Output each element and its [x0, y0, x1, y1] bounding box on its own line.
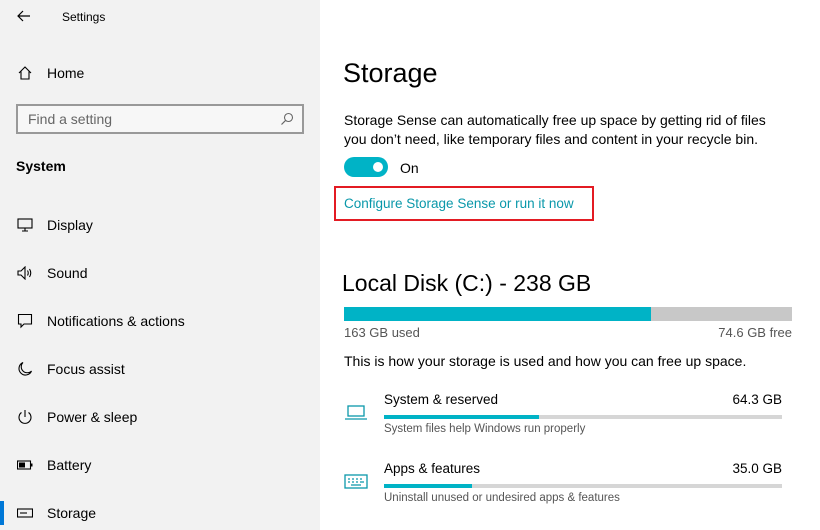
category-name: System & reserved [384, 392, 499, 407]
page-title: Storage [343, 58, 438, 88]
sidebar-item-label: Notifications & actions [47, 313, 185, 329]
category-name: Apps & features [384, 461, 481, 476]
category-system-reserved[interactable]: System & reserved 64.3 GB System files h… [320, 392, 820, 452]
disk-usage-fill [344, 307, 651, 321]
sidebar-item-battery[interactable]: Battery [0, 445, 320, 485]
sidebar-item-label: Display [47, 217, 93, 233]
disk-usage-bar [344, 307, 792, 321]
category-apps-features[interactable]: Apps & features 35.0 GB Uninstall unused… [320, 461, 820, 521]
search-input[interactable] [28, 111, 268, 127]
notification-icon [16, 312, 34, 330]
nav-home[interactable]: Home [0, 58, 320, 88]
category-description: Uninstall unused or undesired apps & fea… [384, 492, 620, 504]
category-bar [384, 415, 782, 419]
sidebar-item-label: Sound [47, 265, 88, 281]
app-title: Settings [62, 10, 106, 24]
disk-used-label: 163 GB used [344, 325, 420, 340]
storage-sense-description: Storage Sense can automatically free up … [344, 112, 766, 147]
search-box[interactable] [16, 104, 304, 134]
category-bar [384, 484, 782, 488]
sidebar-item-label: Power & sleep [47, 409, 138, 425]
main-content: Storage Storage Sense can automatically … [320, 0, 820, 530]
power-icon [16, 408, 34, 426]
category-bar-fill [384, 484, 472, 488]
sidebar-item-label: Battery [47, 457, 92, 473]
disk-title: Local Disk (C:) - 238 GB [342, 270, 592, 296]
moon-icon [16, 360, 34, 378]
toggle-state-label: On [400, 160, 419, 176]
disk-free-label: 74.6 GB free [718, 325, 792, 340]
section-label-system: System [16, 158, 66, 174]
search-icon [281, 112, 294, 125]
monitor-icon [16, 216, 34, 234]
back-arrow-icon [17, 10, 30, 22]
configure-storage-sense-link[interactable]: Configure Storage Sense or run it now [334, 186, 594, 221]
sidebar-item-notifications[interactable]: Notifications & actions [0, 301, 320, 341]
sidebar-item-sound[interactable]: Sound [0, 253, 320, 293]
keyboard-icon [344, 474, 368, 489]
category-size: 64.3 GB [732, 392, 782, 407]
sidebar-item-label: Storage [47, 505, 97, 521]
speaker-icon [16, 264, 34, 282]
storage-sense-toggle[interactable] [344, 157, 388, 177]
active-indicator [0, 501, 4, 525]
sidebar-item-focus-assist[interactable]: Focus assist [0, 349, 320, 389]
sidebar: Settings Home System Display Sound Notif… [0, 0, 320, 530]
sidebar-item-display[interactable]: Display [0, 205, 320, 245]
title-bar: Settings [0, 0, 320, 34]
category-description: System files help Windows run properly [384, 423, 586, 435]
sidebar-item-power-sleep[interactable]: Power & sleep [0, 397, 320, 437]
category-bar-fill [384, 415, 540, 419]
nav-home-label: Home [47, 65, 85, 81]
laptop-icon [345, 405, 367, 420]
category-size: 35.0 GB [732, 461, 782, 476]
home-icon [16, 64, 34, 82]
sidebar-item-storage[interactable]: Storage [0, 493, 320, 530]
back-button[interactable] [10, 4, 38, 28]
toggle-knob [373, 162, 383, 172]
storage-icon [16, 504, 34, 522]
sidebar-item-label: Focus assist [47, 361, 125, 377]
storage-intro-text: This is how your storage is used and how… [344, 353, 747, 369]
battery-icon [16, 456, 34, 474]
